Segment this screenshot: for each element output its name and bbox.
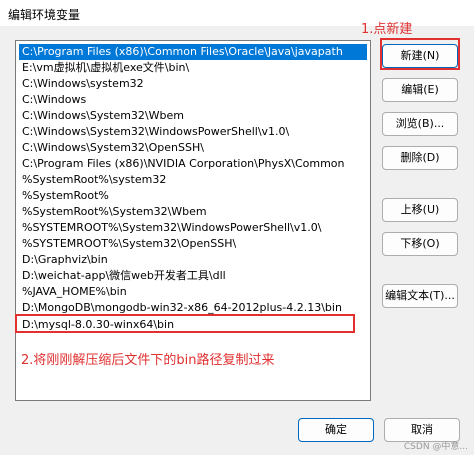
move-down-button[interactable]: 下移(O) <box>382 232 458 256</box>
path-item[interactable]: %JAVA_HOME%\bin <box>19 284 367 300</box>
path-item[interactable]: D:\weichat-app\微信web开发者工具\dll <box>19 268 367 284</box>
path-item[interactable]: D:\Graphviz\bin <box>19 252 367 268</box>
path-item[interactable]: C:\Windows <box>19 92 367 108</box>
edit-button[interactable]: 编辑(E) <box>382 78 458 102</box>
path-item[interactable]: E:\vm虚拟机\虚拟机exe文件\bin\ <box>19 60 367 76</box>
path-item[interactable]: %SYSTEMROOT%\System32\OpenSSH\ <box>19 236 367 252</box>
path-item[interactable]: C:\Program Files (x86)\NVIDIA Corporatio… <box>19 156 367 172</box>
path-item[interactable]: C:\Windows\System32\Wbem <box>19 108 367 124</box>
path-item[interactable]: C:\Windows\System32\WindowsPowerShell\v1… <box>19 124 367 140</box>
annotation-step1: 1.点新建 <box>361 22 413 37</box>
highlight-new-path <box>15 314 355 333</box>
ok-button[interactable]: 确定 <box>298 418 374 442</box>
path-item[interactable]: %SystemRoot%\system32 <box>19 172 367 188</box>
watermark: CSDN @中意... <box>403 442 468 452</box>
window-title: 编辑环境变量 <box>8 8 81 22</box>
path-item[interactable]: %SYSTEMROOT%\System32\WindowsPowerShell\… <box>19 220 367 236</box>
path-list[interactable]: C:\Program Files (x86)\Common Files\Orac… <box>15 40 371 401</box>
path-item[interactable]: %SystemRoot%\System32\Wbem <box>19 204 367 220</box>
delete-button[interactable]: 删除(D) <box>382 146 458 170</box>
path-item[interactable]: C:\Program Files (x86)\Common Files\Orac… <box>19 44 367 60</box>
path-item[interactable]: C:\Windows\System32\OpenSSH\ <box>19 140 367 156</box>
highlight-new-button <box>380 38 460 70</box>
path-item[interactable]: %SystemRoot% <box>19 188 367 204</box>
annotation-step2: 2.将刚刚解压缩后文件下的bin路径复制过来 <box>21 353 275 368</box>
edit-text-button[interactable]: 编辑文本(T)... <box>382 284 458 308</box>
move-up-button[interactable]: 上移(U) <box>382 198 458 222</box>
path-item[interactable]: C:\Windows\system32 <box>19 76 367 92</box>
browse-button[interactable]: 浏览(B)... <box>382 112 458 136</box>
